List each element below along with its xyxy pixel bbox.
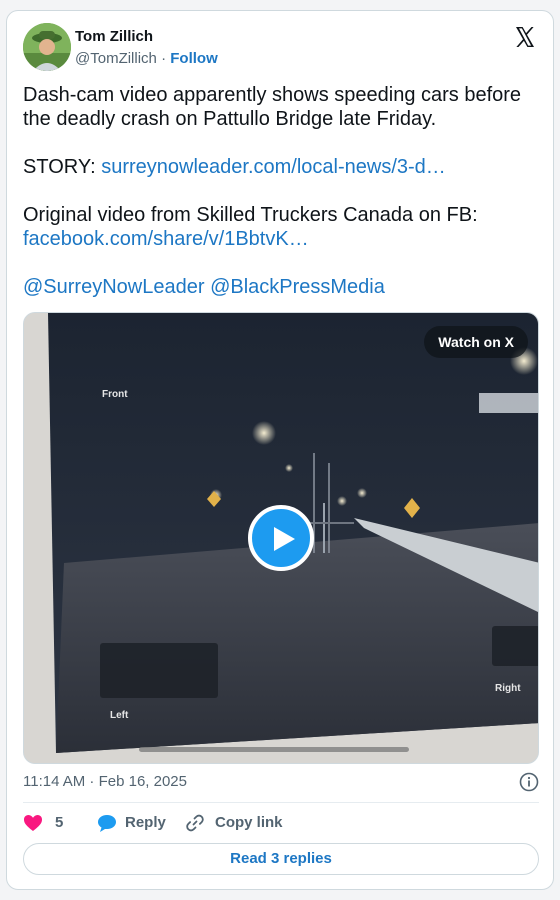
like-count: 5 (55, 814, 64, 831)
reply-label: Reply (125, 814, 166, 831)
author-info: Tom Zillich @TomZillich · Follow (75, 27, 218, 69)
mention-surreynowleader[interactable]: @SurreyNowLeader (23, 276, 205, 298)
tweet-line-credit: Original video from Skilled Truckers Can… (23, 203, 539, 251)
separator-dot: · (161, 50, 167, 67)
reply-bubble-icon (98, 815, 116, 832)
tweet-text: Dash-cam video apparently shows speeding… (23, 83, 539, 299)
heart-icon (24, 815, 42, 831)
video-credit: Original video from Skilled Truckers Can… (23, 204, 478, 226)
follow-button[interactable]: Follow (170, 50, 218, 67)
read-replies-button[interactable]: Read 3 replies (23, 843, 539, 875)
watch-on-x-button[interactable]: Watch on X (424, 326, 528, 358)
play-icon (274, 527, 295, 551)
tweet-line-story: STORY: surreynowleader.com/local-news/3-… (23, 155, 539, 179)
info-icon[interactable] (519, 772, 539, 792)
handle-line: @TomZillich · Follow (75, 49, 218, 69)
timestamp[interactable]: 11:14 AM · Feb 16, 2025 (23, 773, 187, 790)
camera-label-left: Left (110, 710, 129, 721)
video-player[interactable]: Front Left Right Watch on X (23, 312, 539, 764)
story-prefix: STORY: (23, 156, 96, 178)
tweet-header: Tom Zillich @TomZillich · Follow (23, 23, 537, 75)
facebook-link[interactable]: facebook.com/share/v/1BbtvK… (23, 228, 309, 250)
play-button[interactable] (248, 505, 314, 571)
author-name[interactable]: Tom Zillich (75, 27, 218, 47)
mention-blackpressmedia[interactable]: @BlackPressMedia (210, 276, 385, 298)
divider (23, 802, 539, 803)
video-progress-bar[interactable] (139, 747, 409, 752)
author-handle[interactable]: @TomZillich (75, 50, 157, 67)
tweet-meta: 11:14 AM · Feb 16, 2025 (23, 772, 539, 796)
copy-link-label: Copy link (215, 814, 283, 831)
link-icon (186, 814, 204, 832)
camera-label-front: Front (102, 389, 128, 400)
tweet-line-mentions: @SurreyNowLeader @BlackPressMedia (23, 275, 539, 299)
x-logo-icon[interactable] (513, 25, 537, 49)
avatar-image (23, 23, 71, 71)
avatar[interactable] (23, 23, 71, 71)
camera-label-right: Right (495, 683, 521, 694)
tweet-line-headline: Dash-cam video apparently shows speeding… (23, 84, 522, 130)
story-link[interactable]: surreynowleader.com/local-news/3-d… (101, 156, 446, 178)
tweet-card: Tom Zillich @TomZillich · Follow Dash-ca… (6, 10, 554, 890)
